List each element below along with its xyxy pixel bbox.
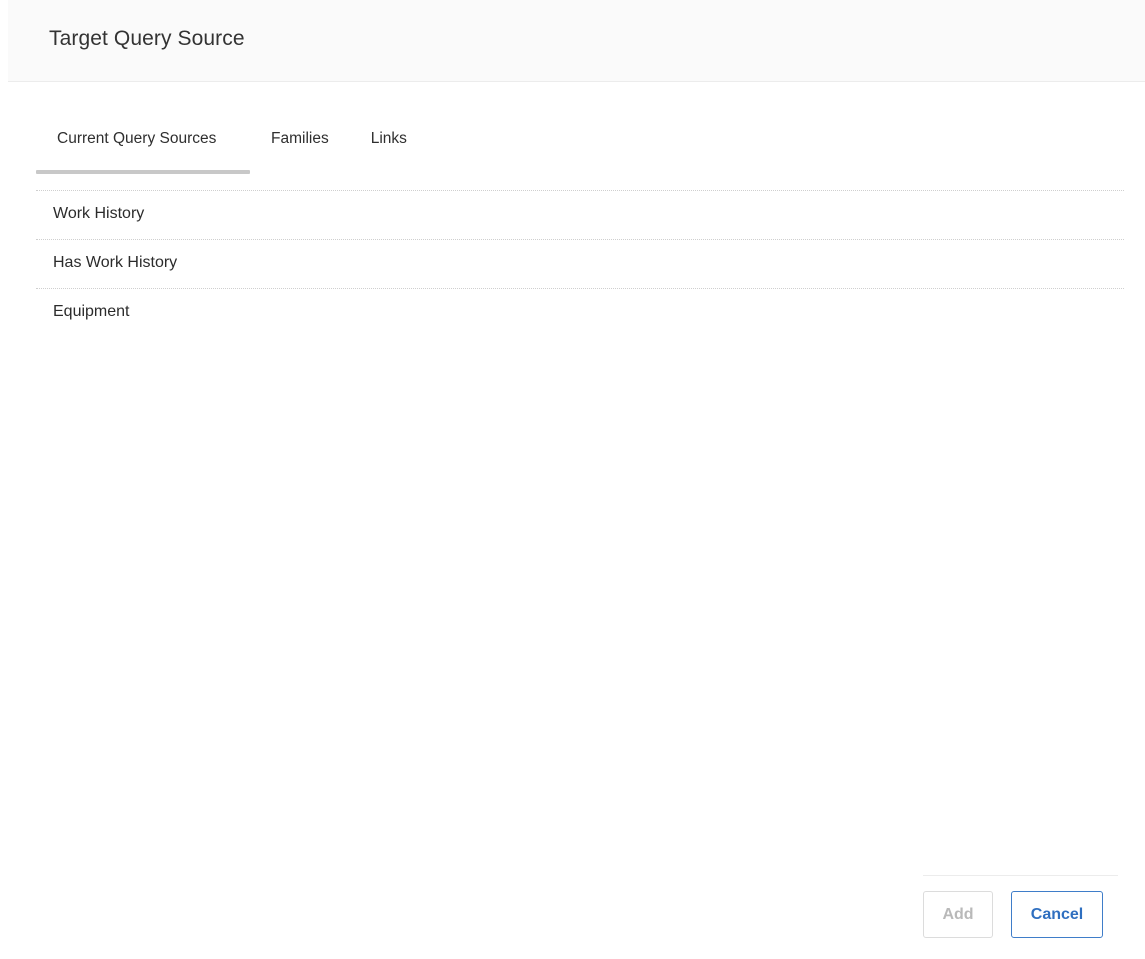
dialog-title: Target Query Source	[49, 27, 245, 50]
list-item-has-work-history[interactable]: Has Work History	[36, 239, 1124, 288]
tab-bar: Current Query Sources Families Links	[36, 106, 428, 174]
add-button[interactable]: Add	[923, 891, 993, 938]
tab-current-query-sources[interactable]: Current Query Sources	[36, 106, 250, 174]
query-source-list: Work History Has Work History Equipment	[36, 190, 1124, 337]
target-query-source-dialog: Target Query Source Current Query Source…	[0, 0, 1145, 959]
dialog-header: Target Query Source	[8, 0, 1145, 82]
tab-families[interactable]: Families	[250, 106, 350, 174]
tab-links[interactable]: Links	[350, 106, 428, 174]
footer-divider	[923, 875, 1118, 876]
cancel-button[interactable]: Cancel	[1011, 891, 1103, 938]
list-item-work-history[interactable]: Work History	[36, 190, 1124, 239]
list-item-equipment[interactable]: Equipment	[36, 288, 1124, 337]
